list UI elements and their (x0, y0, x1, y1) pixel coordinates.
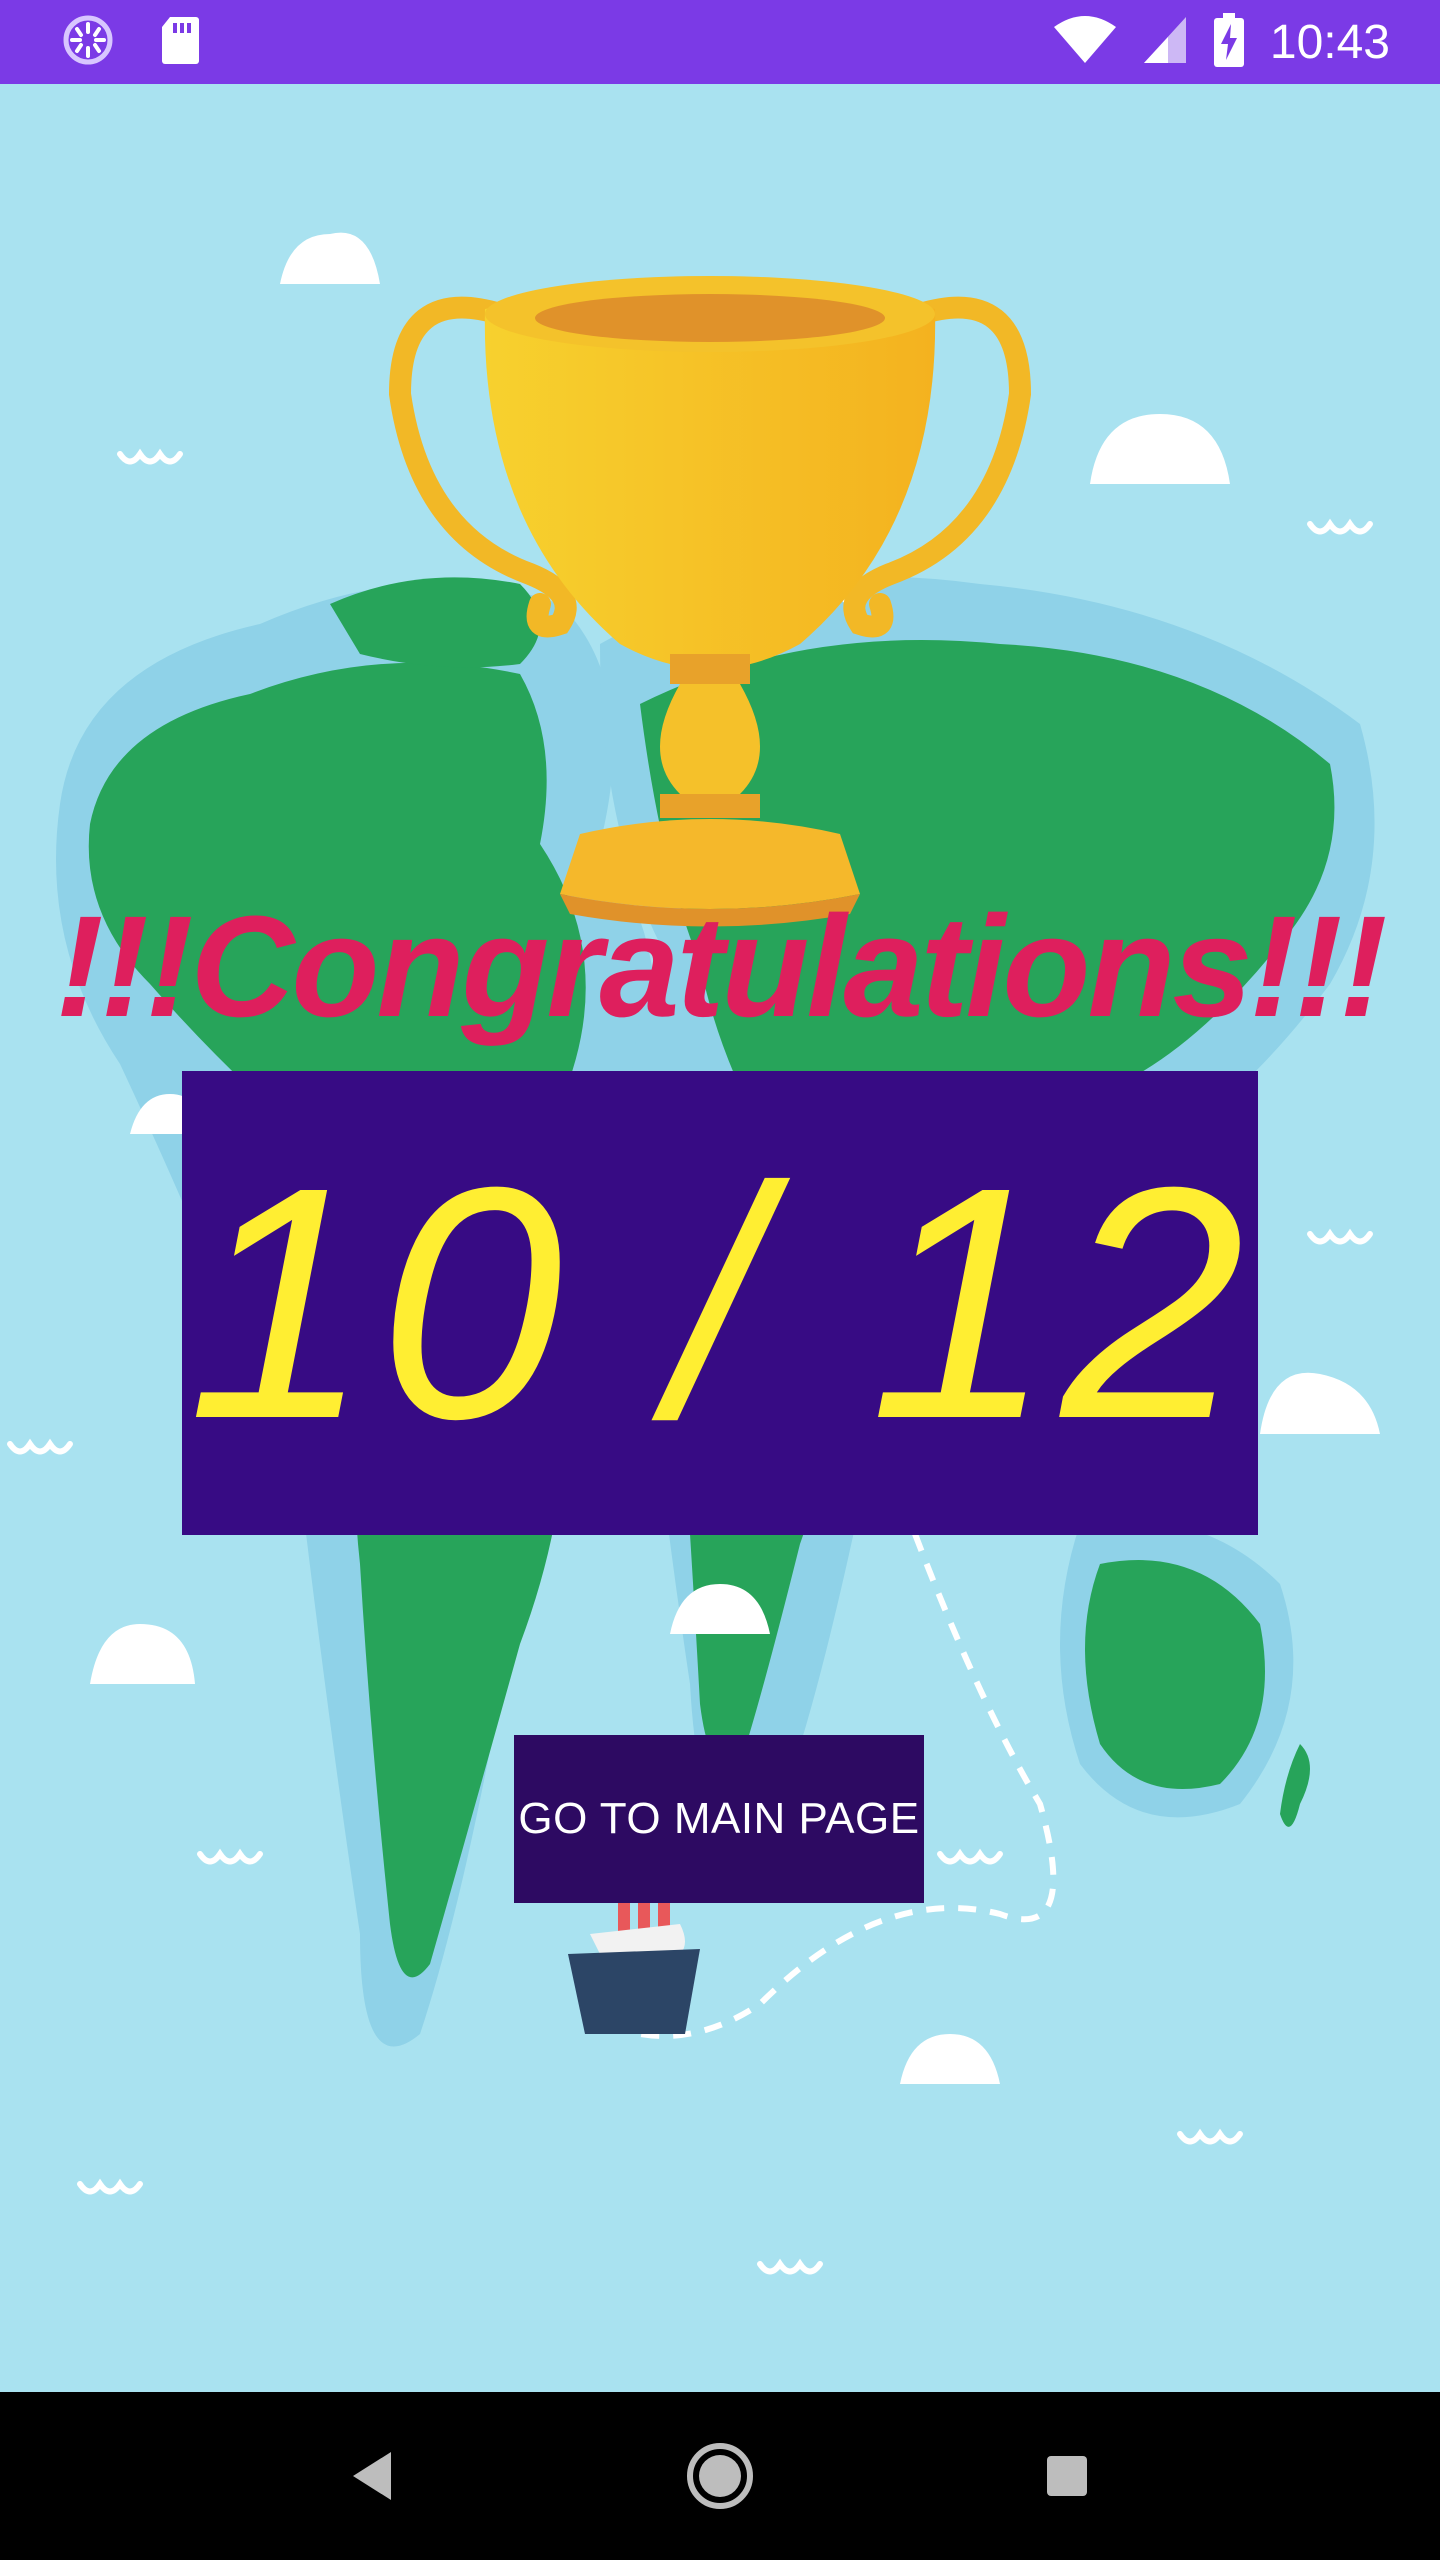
congratulations-heading: !!!Congratulations!!! (55, 886, 1388, 1047)
wifi-icon (1053, 15, 1116, 70)
score-value: 10 / 12 (187, 1118, 1253, 1487)
navigation-bar (0, 2392, 1440, 2560)
clock: 10:43 (1269, 15, 1390, 69)
signal-icon (1142, 15, 1188, 70)
battery-charging-icon (1213, 12, 1244, 72)
sd-card-icon (160, 15, 200, 70)
trophy-icon (388, 276, 1032, 927)
score-display: 10 / 12 (182, 1071, 1258, 1535)
status-bar-right: 10:43 (1028, 12, 1390, 72)
status-bar: 10:43 (0, 0, 1440, 84)
result-screen: !!!Congratulations!!! 10 / 12 GO TO MAIN… (0, 84, 1440, 2392)
status-bar-left (62, 14, 246, 71)
ship-icon (568, 1894, 700, 2034)
go-to-main-page-button[interactable]: GO TO MAIN PAGE (514, 1735, 924, 1903)
loading-icon (62, 14, 114, 71)
home-icon[interactable] (660, 2416, 780, 2536)
recents-icon[interactable] (1007, 2416, 1127, 2536)
back-icon[interactable] (313, 2416, 433, 2536)
